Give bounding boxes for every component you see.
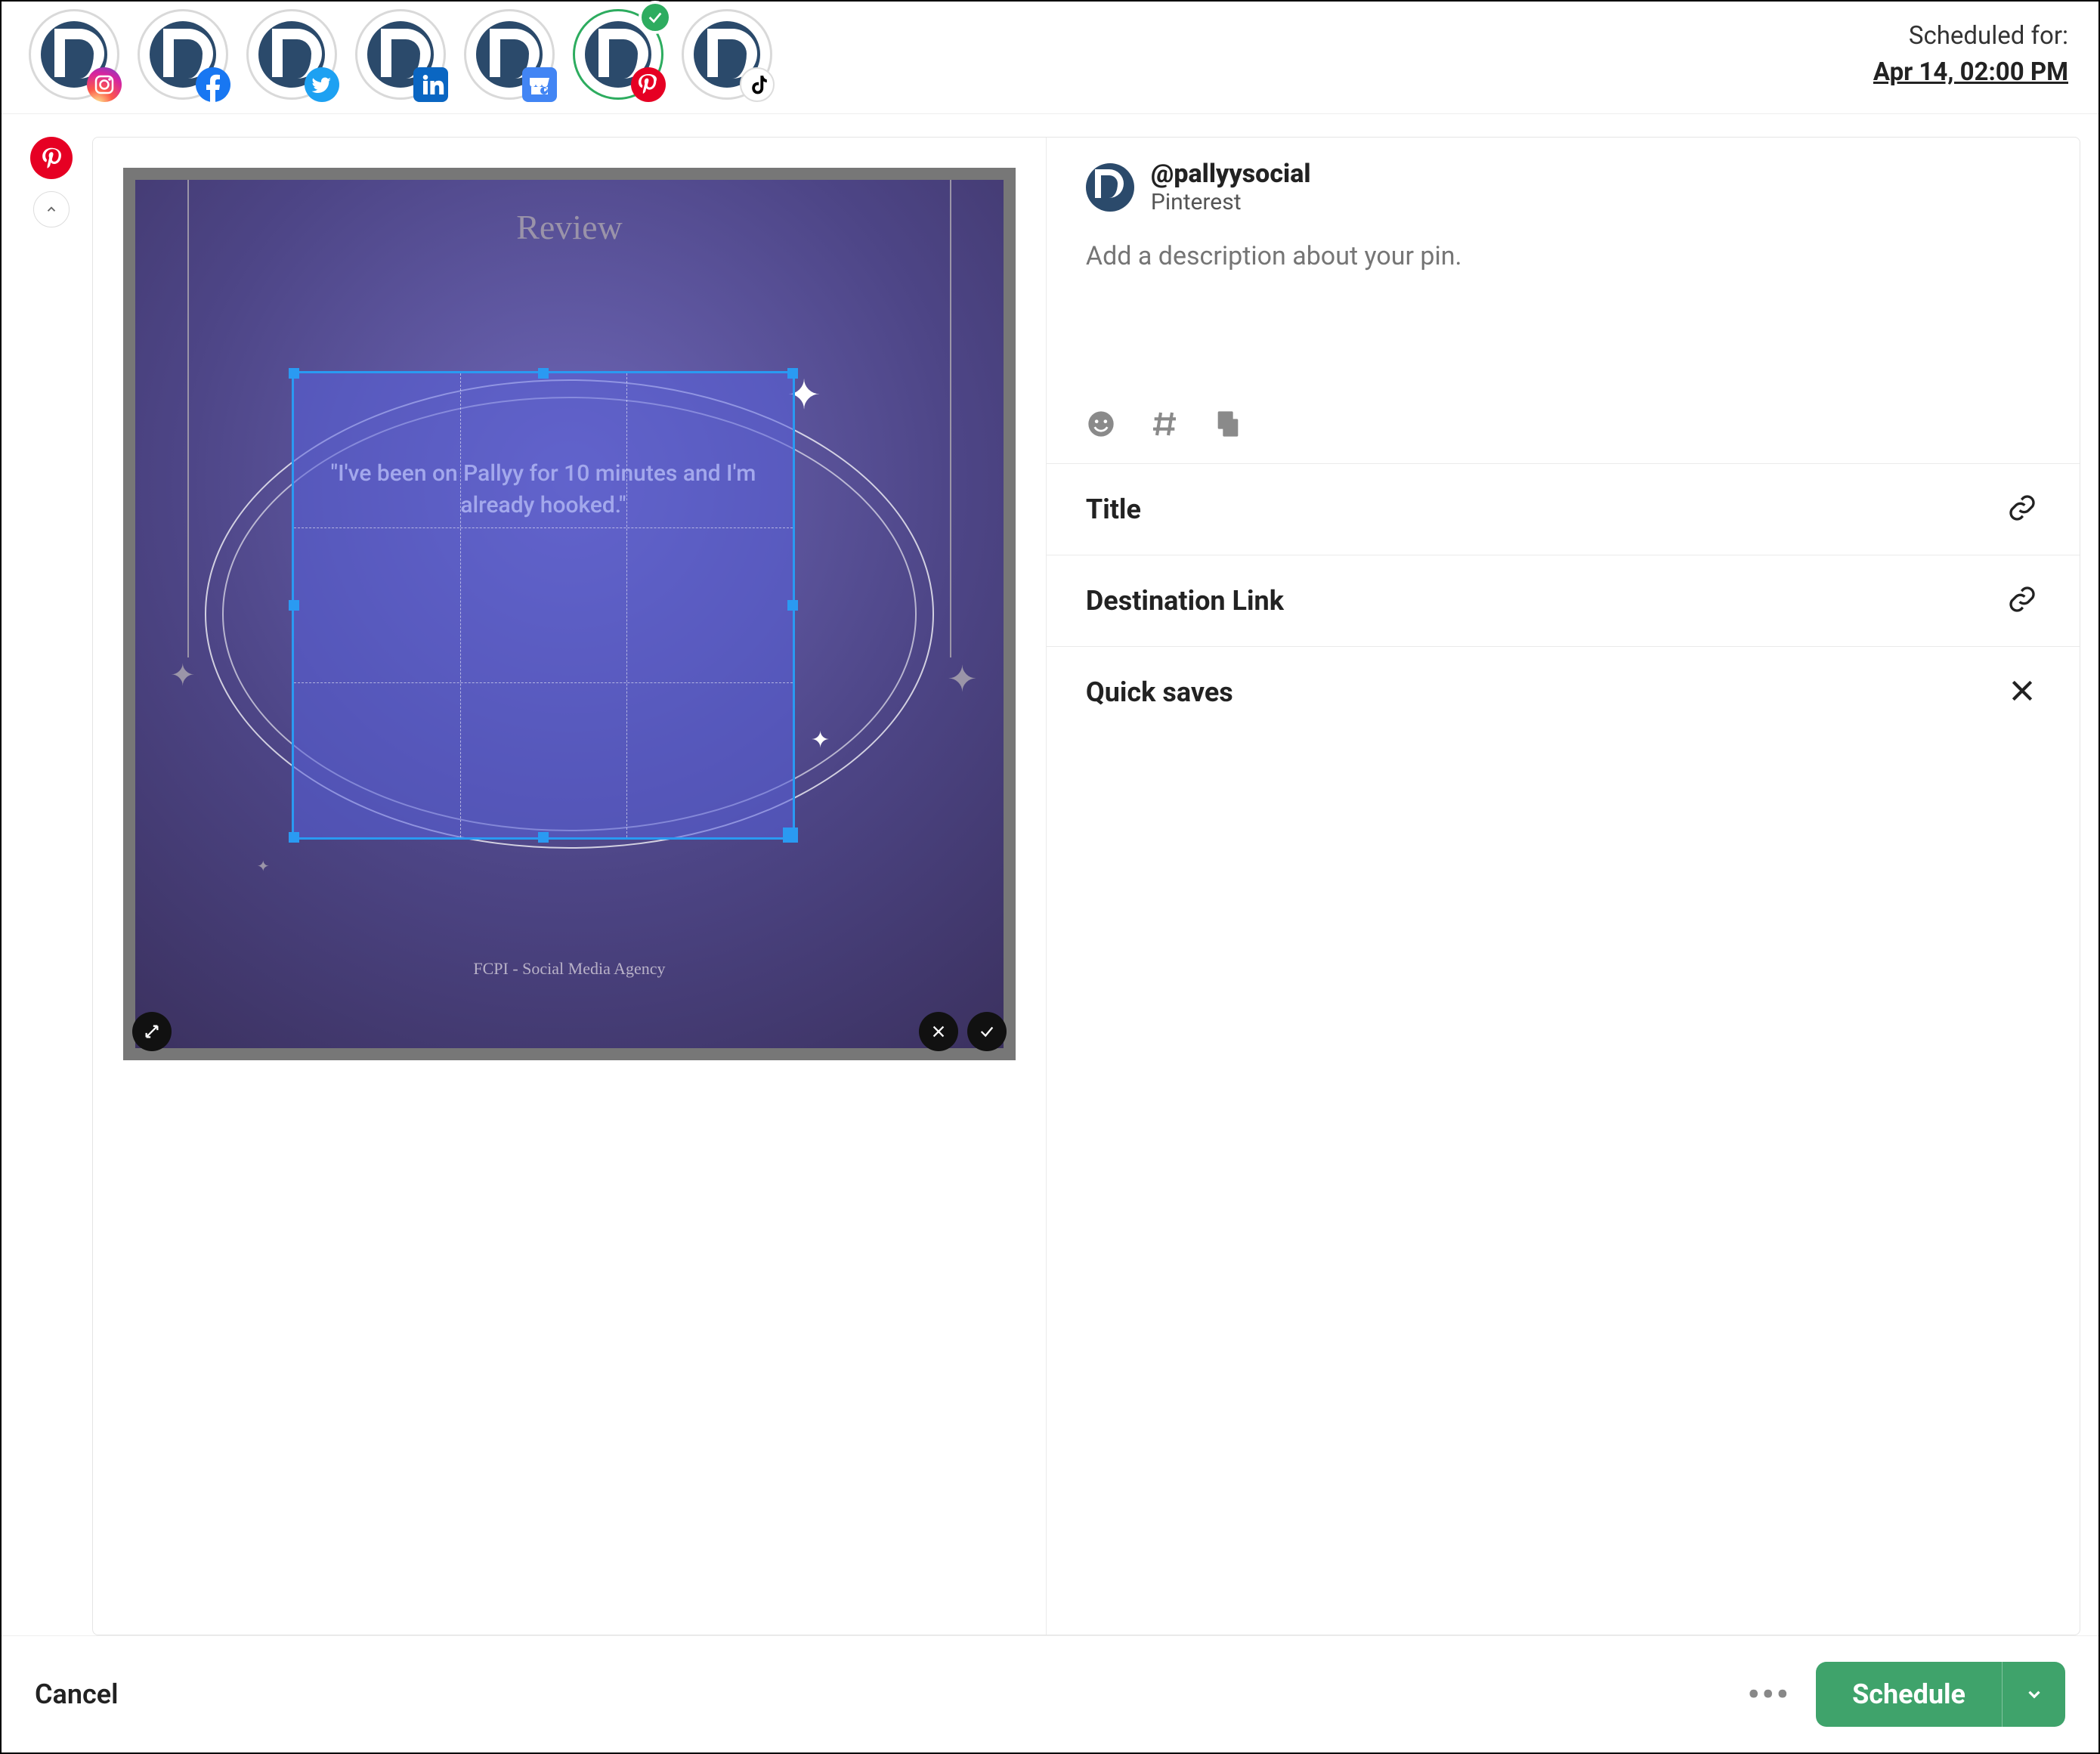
account-avatar [1086, 163, 1134, 212]
crop-handle[interactable] [289, 832, 299, 843]
footer: Cancel ••• Schedule [2, 1635, 2098, 1752]
instagram-icon [87, 67, 122, 102]
field-label: Destination Link [1086, 585, 1284, 617]
account-tiktok[interactable] [682, 9, 772, 100]
account-pinterest[interactable] [573, 9, 663, 100]
quick-saves-field[interactable]: Quick saves [1047, 646, 2080, 738]
crop-region[interactable] [292, 371, 795, 840]
destination-link-field[interactable]: Destination Link [1047, 555, 2080, 646]
rail-pinterest-icon[interactable] [30, 137, 73, 179]
cancel-button[interactable]: Cancel [35, 1678, 118, 1710]
title-field[interactable]: Title [1047, 463, 2080, 555]
scheduled-for: Scheduled for: Apr 14, 02:00 PM [1873, 18, 2068, 91]
emoji-icon[interactable] [1086, 409, 1116, 442]
composer-toolbar [1047, 403, 2080, 463]
selected-check-icon [639, 1, 672, 34]
sparkle-icon: ✦ [811, 727, 830, 753]
main: ✦ ✦ ✦ Review ✦ ✦ "I've been on Pallyy fo… [2, 114, 2098, 1635]
scheduled-label: Scheduled for: [1873, 18, 2068, 54]
crop-handle[interactable] [538, 368, 549, 379]
schedule-dropdown-button[interactable] [2002, 1662, 2065, 1727]
facebook-icon [196, 67, 230, 102]
crop-handle[interactable] [289, 600, 299, 611]
crop-confirm-button[interactable] [967, 1012, 1007, 1051]
star-icon: ✦ [170, 657, 196, 693]
header: Scheduled for: Apr 14, 02:00 PM [2, 2, 2098, 114]
star-icon: ✦ [947, 657, 977, 701]
account-linkedin[interactable] [355, 9, 446, 100]
preview-agency: FCPI - Social Media Agency [135, 959, 1004, 979]
crop-handle[interactable] [783, 828, 798, 843]
crop-handle[interactable] [538, 832, 549, 843]
crop-handle[interactable] [787, 600, 798, 611]
pinterest-icon [631, 67, 666, 102]
crop-handle[interactable] [289, 368, 299, 379]
scheduler-dialog: Scheduled for: Apr 14, 02:00 PM ✦ ✦ [0, 0, 2100, 1754]
schedule-button[interactable]: Schedule [1816, 1662, 2002, 1727]
close-icon[interactable] [2007, 676, 2037, 709]
more-options-button[interactable]: ••• [1743, 1675, 1795, 1713]
preview-frame[interactable]: ✦ ✦ ✦ Review ✦ ✦ "I've been on Pallyy fo… [123, 168, 1016, 1060]
preview-image: ✦ ✦ ✦ Review ✦ ✦ "I've been on Pallyy fo… [135, 180, 1004, 1048]
field-label: Title [1086, 493, 1141, 525]
account-facebook[interactable] [138, 9, 228, 100]
pin-details-panel: @pallyysocial Pinterest [1047, 138, 2080, 1635]
account-header: @pallyysocial Pinterest [1047, 138, 2080, 224]
link-icon [2007, 584, 2037, 617]
description-input[interactable] [1086, 241, 2040, 392]
star-icon: ✦ [257, 857, 270, 875]
linkedin-icon [413, 67, 448, 102]
social-accounts-row [29, 9, 1858, 100]
rail-collapse-button[interactable] [33, 191, 70, 227]
account-twitter[interactable] [246, 9, 337, 100]
crop-cancel-button[interactable] [919, 1012, 958, 1051]
preview-heading: Review [135, 180, 1004, 247]
image-editor-panel: ✦ ✦ ✦ Review ✦ ✦ "I've been on Pallyy fo… [93, 138, 1047, 1635]
account-handle: @pallyysocial [1151, 159, 1311, 189]
field-label: Quick saves [1086, 676, 1233, 708]
account-instagram[interactable] [29, 9, 119, 100]
account-google[interactable] [464, 9, 555, 100]
description-area [1047, 224, 2080, 403]
schedule-split-button: Schedule [1816, 1662, 2065, 1727]
expand-button[interactable] [132, 1012, 172, 1051]
link-icon [2007, 493, 2037, 526]
account-platform: Pinterest [1151, 189, 1311, 215]
copy-icon[interactable] [1213, 409, 1243, 442]
compose-card: ✦ ✦ ✦ Review ✦ ✦ "I've been on Pallyy fo… [92, 137, 2080, 1635]
crop-handle[interactable] [787, 368, 798, 379]
google-business-icon [522, 67, 557, 102]
twitter-icon [305, 67, 339, 102]
tiktok-icon [740, 67, 775, 102]
scheduled-time[interactable]: Apr 14, 02:00 PM [1873, 54, 2068, 91]
hashtag-icon[interactable] [1149, 409, 1180, 442]
network-rail [29, 137, 74, 1635]
